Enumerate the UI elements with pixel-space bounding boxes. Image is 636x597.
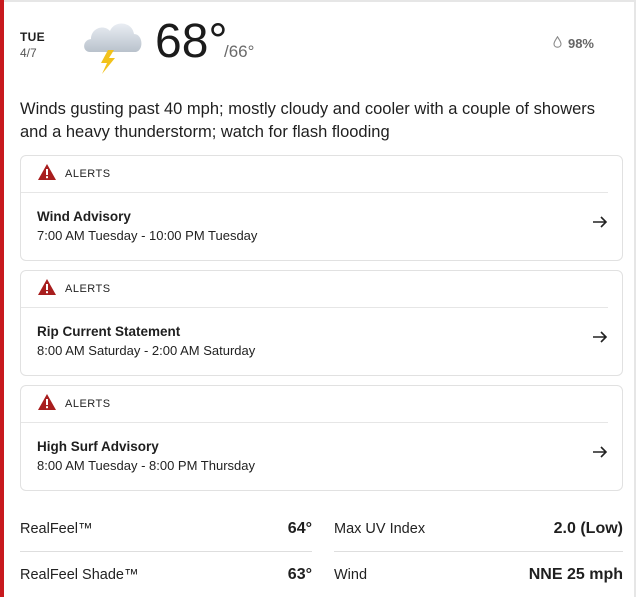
alert-time: 8:00 AM Saturday - 2:00 AM Saturday [37, 343, 256, 358]
alert-body: High Surf Advisory 8:00 AM Tuesday - 8:0… [21, 423, 622, 485]
warning-icon [37, 278, 57, 301]
alert-header: ALERTS [21, 156, 608, 193]
left-accent-bar [0, 0, 4, 597]
precipitation-chance: 98% [553, 35, 594, 51]
detail-max-uv: Max UV Index 2.0 (Low) [334, 514, 623, 544]
detail-wind: Wind NNE 25 mph [334, 560, 623, 590]
divider [20, 551, 312, 552]
wind-label: Wind [334, 567, 368, 583]
realfeel-shade-value: 63° [287, 566, 312, 583]
wind-value: NNE 25 mph [528, 566, 623, 583]
temperature-low: /66° [224, 42, 255, 61]
top-border [4, 0, 636, 2]
alert-title: High Surf Advisory [37, 439, 159, 454]
divider [334, 551, 623, 552]
precip-value: 98% [567, 36, 594, 51]
alert-card-rip-current[interactable]: ALERTS Rip Current Statement 8:00 AM Sat… [20, 270, 623, 376]
alert-label: ALERTS [65, 168, 111, 180]
alert-body: Wind Advisory 7:00 AM Tuesday - 10:00 PM… [21, 193, 622, 255]
thunderstorm-cloud-icon [80, 14, 146, 76]
max-uv-value: 2.0 (Low) [553, 520, 623, 537]
raindrop-icon [553, 35, 562, 51]
warning-icon [37, 393, 57, 416]
date-label: 4/7 [20, 46, 37, 60]
forecast-summary: Winds gusting past 40 mph; mostly cloudy… [20, 100, 596, 141]
arrow-right-icon[interactable] [592, 445, 608, 459]
arrow-right-icon[interactable] [592, 215, 608, 229]
alert-title: Rip Current Statement [37, 324, 181, 339]
alert-label: ALERTS [65, 398, 111, 410]
temperature-high: 68° [155, 15, 228, 68]
max-uv-label: Max UV Index [334, 521, 426, 537]
detail-realfeel: RealFeel™ 64° [20, 514, 312, 544]
alert-time: 7:00 AM Tuesday - 10:00 PM Tuesday [37, 228, 258, 243]
warning-icon [37, 163, 57, 186]
alert-time: 8:00 AM Tuesday - 8:00 PM Thursday [37, 458, 255, 473]
alert-header: ALERTS [21, 386, 608, 423]
alert-title: Wind Advisory [37, 209, 131, 224]
alert-card-wind-advisory[interactable]: ALERTS Wind Advisory 7:00 AM Tuesday - 1… [20, 155, 623, 261]
realfeel-shade-label: RealFeel Shade™ [20, 567, 139, 583]
arrow-right-icon[interactable] [592, 330, 608, 344]
detail-realfeel-shade: RealFeel Shade™ 63° [20, 560, 312, 590]
alert-label: ALERTS [65, 283, 111, 295]
realfeel-value: 64° [287, 520, 312, 537]
alert-body: Rip Current Statement 8:00 AM Saturday -… [21, 308, 622, 370]
alert-header: ALERTS [21, 271, 608, 308]
daily-forecast-card: TUE 4/7 68° /66° 98% Winds gusting past … [0, 0, 636, 597]
alert-card-high-surf[interactable]: ALERTS High Surf Advisory 8:00 AM Tuesda… [20, 385, 623, 491]
day-label: TUE [20, 30, 45, 44]
realfeel-label: RealFeel™ [20, 521, 93, 537]
